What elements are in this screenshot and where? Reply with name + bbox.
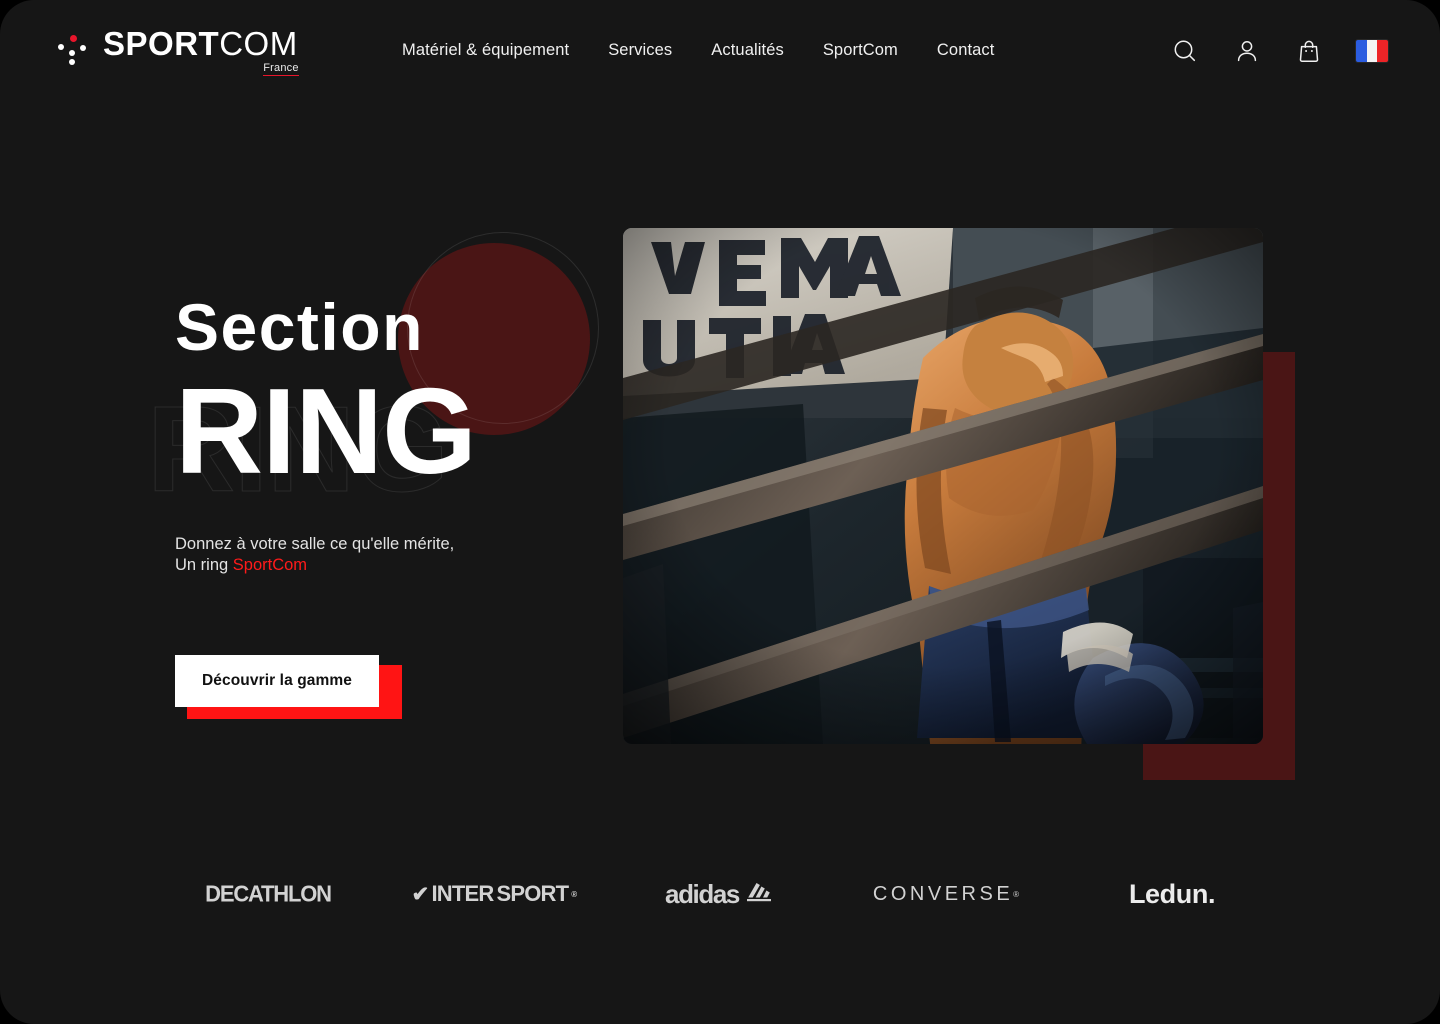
page-root: SPORTCOM France Matériel & équipement Se… [0,0,1440,1024]
brand-ledun: Ledun. [1128,878,1216,909]
intersport-light: INTER [431,881,494,906]
nav-item-actualites[interactable]: Actualités [711,41,784,60]
logo-subtitle: France [263,62,299,76]
hero-title-block: RING RING [147,363,478,511]
hero-title-line2: RING [175,363,477,499]
hero-image [623,228,1263,744]
discover-range-button[interactable]: Découvrir la gamme [175,655,379,707]
nav-item-contact[interactable]: Contact [937,41,995,60]
brand-logo[interactable]: SPORTCOM France [56,25,299,76]
hero-subtitle: Donnez à votre salle ce qu'elle mérite, … [175,534,454,576]
brand-adidas: adidas [607,868,833,920]
logo-word-solid: SPORT [103,25,220,62]
hero-title-line1: Section [175,290,424,364]
hero-subtitle-line1: Donnez à votre salle ce qu'elle mérite, [175,535,455,553]
brand-converse: CONVERSE ® [833,868,1059,920]
converse-tm: ® [1013,889,1020,899]
nav-item-sportcom[interactable]: SportCom [823,41,898,60]
hero-subtitle-line2-prefix: Un ring [175,556,233,574]
adidas-label: adidas [665,878,740,909]
brand-logo-text: SPORTCOM France [103,25,299,76]
logo-word-outline: COM [219,25,298,62]
hero-subtitle-brand: SportCom [232,556,308,574]
france-flag-icon[interactable] [1356,40,1388,62]
nav-item-services[interactable]: Services [608,41,672,60]
cta-container: Découvrir la gamme [175,655,402,719]
intersport-bold: SPORT [496,881,569,906]
dots-cluster-icon [56,32,90,66]
intersport-check-icon: ✔ [411,882,430,906]
main-navigation: Matériel & équipement Services Actualité… [402,41,994,60]
shopping-bag-icon[interactable] [1294,36,1324,66]
intersport-tm: ® [571,889,577,899]
brand-decathlon: DECATHLON [205,880,332,907]
nav-item-materiel[interactable]: Matériel & équipement [402,41,569,60]
brand-logos-row: DECATHLON ✔ INTER SPORT ® adidas CONVERSE ® [0,868,1440,920]
search-icon[interactable] [1170,36,1200,66]
adidas-trefoil-icon [745,879,775,910]
brand-intersport: ✔ INTER SPORT ® [381,868,607,920]
user-account-icon[interactable] [1232,36,1262,66]
site-header: SPORTCOM France Matériel & équipement Se… [0,0,1440,104]
header-actions [1170,36,1388,66]
converse-label: CONVERSE [872,882,1014,905]
